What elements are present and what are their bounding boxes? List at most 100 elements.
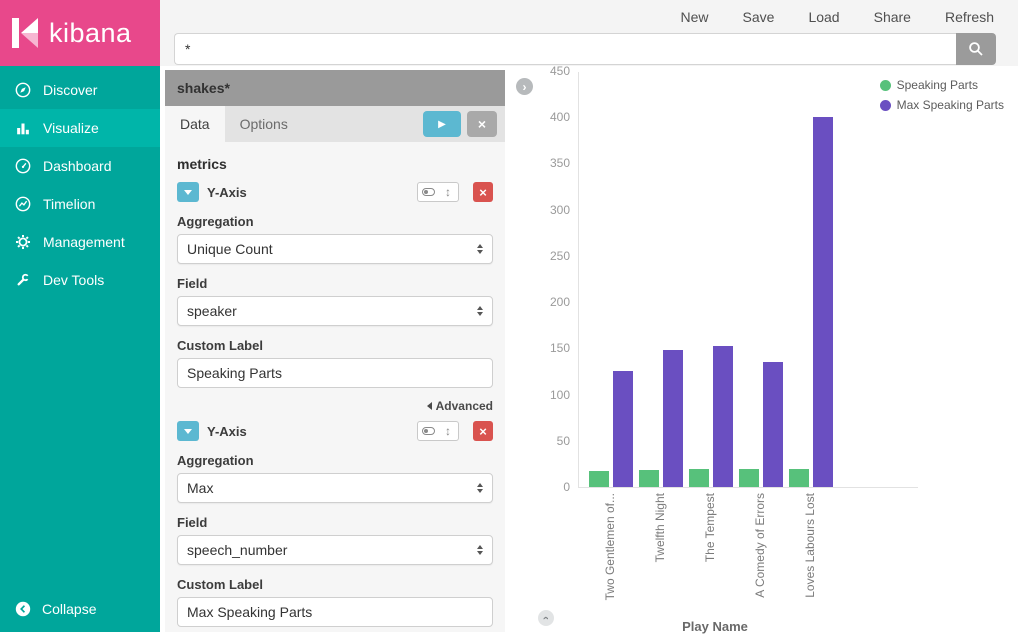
field-label: Field: [177, 515, 493, 530]
aggregation-label: Aggregation: [177, 214, 493, 229]
gear-icon: [14, 233, 32, 251]
bar-group: [789, 117, 833, 487]
legend-item[interactable]: Max Speaking Parts: [880, 98, 1004, 112]
top-header: New Save Load Share Refresh: [160, 0, 1018, 66]
tab-options[interactable]: Options: [225, 106, 303, 142]
agg-header-1: Y-Axis ↕ ×: [177, 182, 493, 202]
scroll-top-chevron[interactable]: ›: [538, 610, 554, 626]
sidebar-item-timelion[interactable]: Timelion: [0, 185, 160, 223]
select-caret-icon: [477, 244, 483, 254]
sidebar-collapse-button[interactable]: Collapse: [0, 586, 160, 632]
kibana-logo-icon: [10, 15, 40, 51]
bar-max-speaking-parts[interactable]: [613, 371, 633, 487]
bar-speaking-parts[interactable]: [789, 469, 809, 487]
advanced-label: Advanced: [436, 399, 493, 413]
bar-group: [689, 346, 733, 487]
bar-group: [639, 350, 683, 487]
y-axis-tick-label: 350: [550, 156, 570, 170]
collapse-agg-button[interactable]: [177, 421, 199, 441]
collapse-editor-chevron[interactable]: ›: [516, 78, 533, 95]
y-axis-tick-label: 100: [550, 388, 570, 402]
reorder-agg-icon[interactable]: ↕: [438, 422, 458, 440]
search-button[interactable]: [956, 33, 996, 65]
tab-data[interactable]: Data: [165, 106, 225, 142]
disable-agg-toggle-icon[interactable]: [418, 422, 438, 440]
bar-speaking-parts[interactable]: [739, 469, 759, 487]
search-input[interactable]: [174, 33, 956, 65]
share-button[interactable]: Share: [874, 9, 911, 25]
agg-title: Y-Axis: [207, 185, 247, 200]
bar-max-speaking-parts[interactable]: [813, 117, 833, 487]
bar-group: [739, 362, 783, 487]
kibana-logo[interactable]: kibana: [0, 0, 160, 66]
close-icon: ×: [478, 116, 486, 132]
search-bar: [174, 33, 996, 65]
custom-label-input[interactable]: [177, 358, 493, 388]
plot-area: Play Name 050100150200250300350400450Two…: [578, 72, 918, 488]
field-value: speaker: [187, 303, 237, 319]
advanced-caret-icon: [427, 402, 432, 410]
remove-agg-button[interactable]: ×: [473, 182, 493, 202]
bar-speaking-parts[interactable]: [589, 471, 609, 487]
aggregation-select[interactable]: Unique Count: [177, 234, 493, 264]
timelion-icon: [14, 195, 32, 213]
load-button[interactable]: Load: [808, 9, 839, 25]
visualization-panel: › Play Name 050100150200250300350400450T…: [510, 66, 1018, 632]
remove-icon: ×: [479, 424, 487, 439]
refresh-button[interactable]: Refresh: [945, 9, 994, 25]
bar-max-speaking-parts[interactable]: [663, 350, 683, 487]
discard-changes-button[interactable]: ×: [467, 111, 497, 137]
compass-icon: [14, 81, 32, 99]
remove-agg-button[interactable]: ×: [473, 421, 493, 441]
vis-editor-panel: shakes* Data Options ▶ × metrics Y-Axis …: [165, 70, 505, 632]
y-axis-tick-label: 300: [550, 203, 570, 217]
disable-agg-toggle-icon[interactable]: [418, 183, 438, 201]
field-select[interactable]: speech_number: [177, 535, 493, 565]
search-icon: [968, 41, 984, 57]
legend-label: Speaking Parts: [897, 78, 978, 92]
custom-label-label: Custom Label: [177, 338, 493, 353]
sidebar-item-label: Timelion: [43, 196, 95, 212]
bar-chart-icon: [14, 119, 32, 137]
editor-tabs: Data Options ▶ ×: [165, 106, 505, 142]
y-axis-tick-label: 50: [557, 434, 570, 448]
field-select[interactable]: speaker: [177, 296, 493, 326]
play-icon: ▶: [438, 119, 446, 130]
sidebar-item-management[interactable]: Management: [0, 223, 160, 261]
sidebar-item-visualize[interactable]: Visualize: [0, 109, 160, 147]
chevron-right-icon: ›: [523, 80, 527, 94]
save-button[interactable]: Save: [743, 9, 775, 25]
sidebar-item-dev-tools[interactable]: Dev Tools: [0, 261, 160, 299]
new-button[interactable]: New: [681, 9, 709, 25]
legend-dot-icon: [880, 100, 891, 111]
collapse-agg-button[interactable]: [177, 182, 199, 202]
y-axis-tick-label: 150: [550, 341, 570, 355]
sidebar-item-label: Management: [43, 234, 125, 250]
index-pattern-header: shakes*: [165, 70, 505, 106]
aggregation-select[interactable]: Max: [177, 473, 493, 503]
bar-max-speaking-parts[interactable]: [713, 346, 733, 487]
custom-label-label: Custom Label: [177, 577, 493, 592]
toolbar: New Save Load Share Refresh: [160, 0, 1018, 33]
bar-speaking-parts[interactable]: [689, 469, 709, 487]
advanced-toggle[interactable]: Advanced: [177, 399, 493, 413]
sidebar-item-label: Visualize: [43, 120, 99, 136]
custom-label-input[interactable]: [177, 597, 493, 627]
x-axis-tick-label: Loves Labours Lost: [803, 493, 817, 598]
apply-changes-button[interactable]: ▶: [423, 111, 461, 137]
app-title: kibana: [49, 18, 132, 49]
aggregation-value: Max: [187, 480, 213, 496]
reorder-agg-icon[interactable]: ↕: [438, 183, 458, 201]
editor-content: metrics Y-Axis ↕ × Aggregation Unique Co…: [165, 142, 505, 627]
select-caret-icon: [477, 545, 483, 555]
sidebar-item-dashboard[interactable]: Dashboard: [0, 147, 160, 185]
sidebar-item-label: Dashboard: [43, 158, 112, 174]
sidebar-item-discover[interactable]: Discover: [0, 71, 160, 109]
legend-item[interactable]: Speaking Parts: [880, 78, 1004, 92]
collapse-label: Collapse: [42, 601, 96, 617]
bar-speaking-parts[interactable]: [639, 470, 659, 487]
field-value: speech_number: [187, 542, 287, 558]
y-axis-tick-label: 450: [550, 64, 570, 78]
agg-controls: ↕: [417, 421, 459, 441]
bar-max-speaking-parts[interactable]: [763, 362, 783, 487]
